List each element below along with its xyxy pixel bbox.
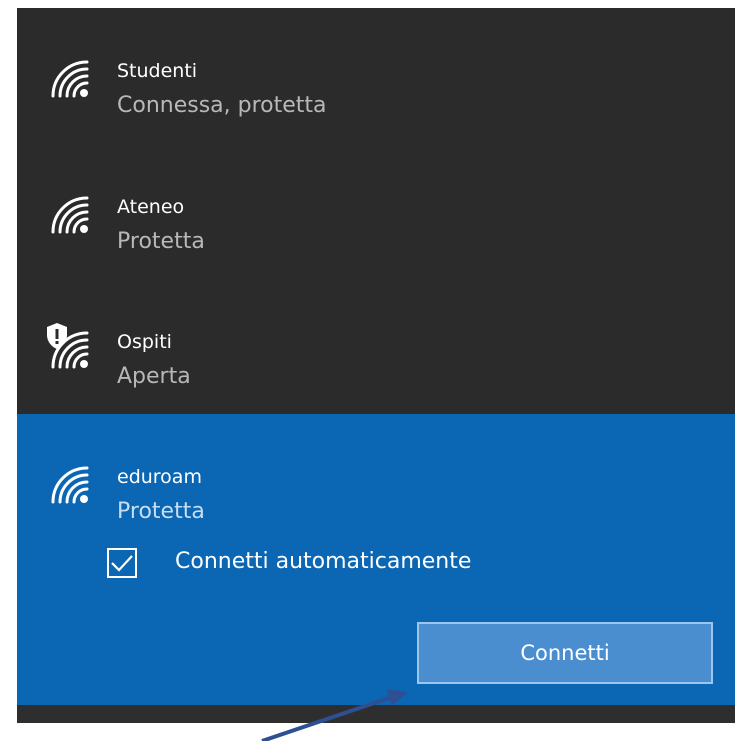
auto-connect-label: Connetti automaticamente [175,549,472,574]
network-status: Protetta [117,229,205,254]
wifi-icon [51,466,89,504]
network-name: Ateneo [117,196,185,218]
network-item-studenti[interactable]: Studenti Connessa, protetta [17,8,735,138]
network-name: Ospiti [117,331,172,353]
auto-connect-checkbox[interactable] [107,548,137,578]
shield-warning-icon [47,323,67,349]
network-item-eduroam-selected[interactable]: eduroam Protetta Connetti automaticament… [17,414,735,714]
connect-button[interactable]: Connetti [417,622,713,684]
wifi-flyout: Studenti Connessa, protetta Ateneo Prote… [17,8,735,723]
network-name: Studenti [117,60,198,82]
network-item-ateneo[interactable]: Ateneo Protetta [17,144,735,274]
wifi-icon [51,60,89,98]
wifi-icon [51,196,89,234]
network-status: Connessa, protetta [117,93,327,118]
checkmark-icon [111,555,133,572]
network-status: Aperta [117,364,191,389]
network-item-ospiti[interactable]: Ospiti Aperta [17,279,735,409]
network-status: Protetta [117,499,205,524]
network-name: eduroam [117,466,202,488]
